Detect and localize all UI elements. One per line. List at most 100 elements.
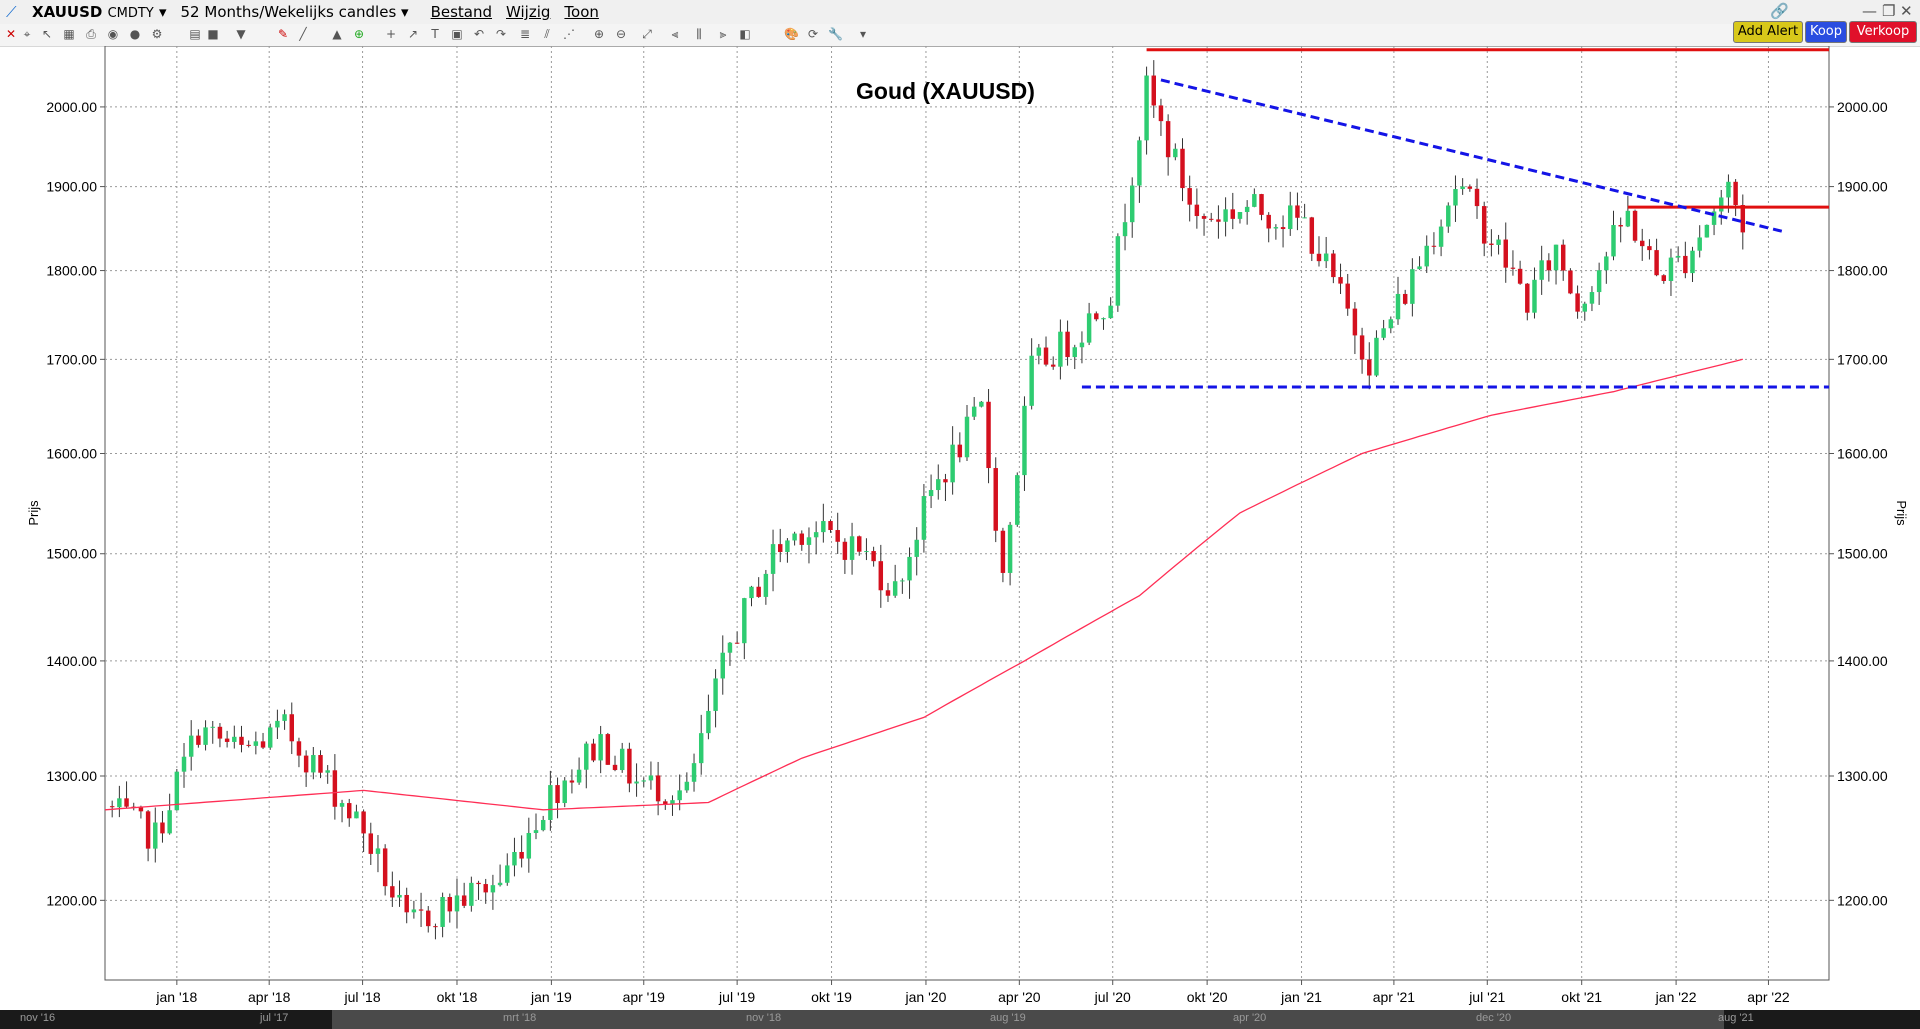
navigator-selection[interactable] <box>332 1010 1724 1029</box>
candle-body <box>1474 188 1480 207</box>
menu-toon[interactable]: Toon <box>564 3 598 21</box>
candle-body <box>742 598 747 644</box>
candle-body <box>325 770 330 773</box>
menu-wijzig[interactable]: Wijzig <box>506 3 550 21</box>
candle-body <box>1223 209 1228 222</box>
fib-tool-icon[interactable]: ≣ <box>518 27 532 41</box>
candle-body <box>1525 283 1530 313</box>
candle-body <box>117 798 122 808</box>
record-icon[interactable]: ● <box>128 27 142 41</box>
candle-body <box>1697 237 1702 251</box>
candle-body <box>1654 250 1659 276</box>
align-left-icon[interactable]: ⫷ <box>668 27 682 41</box>
candle-body <box>706 710 711 734</box>
symbol-selector[interactable]: XAUUSD CMDTY ▾ <box>32 3 167 21</box>
chart-canvas[interactable]: 1200.00 1200.00 1300.00 1300.00 1400.00 1400.… <box>0 46 1920 1008</box>
save-icon[interactable]: ◉ <box>106 27 120 41</box>
image-tool-icon[interactable]: ▣ <box>450 27 464 41</box>
candle-body <box>835 530 840 542</box>
candle-body <box>1201 216 1207 219</box>
candle-body <box>267 727 273 748</box>
y-tick-label-right: 1400.00 <box>1837 653 1888 669</box>
candle-body <box>785 540 790 552</box>
candle-body <box>505 865 510 883</box>
candle-body <box>1539 260 1544 280</box>
shape-tool-icon[interactable]: ▲ <box>330 27 344 41</box>
align-right-icon[interactable]: ⫸ <box>716 27 730 41</box>
candle-body <box>1266 214 1271 229</box>
candle-body <box>347 803 352 819</box>
wrench-icon[interactable]: 🔧 <box>828 27 843 41</box>
grid-icon[interactable]: ▦ <box>62 27 76 41</box>
undo-icon[interactable]: ↶ <box>472 27 486 41</box>
candle-body <box>1683 255 1688 274</box>
candle-body <box>1604 256 1609 271</box>
palette-icon[interactable]: ◧ <box>738 27 752 41</box>
add-icon[interactable]: ⊕ <box>352 27 366 41</box>
print-icon[interactable]: ⎙ <box>84 27 98 41</box>
candle-body <box>1675 255 1681 258</box>
x-tick-label: jan '21 <box>1280 989 1322 1005</box>
chart-type-icon[interactable]: ⟋ <box>6 3 17 21</box>
line-tool-icon[interactable]: ╱ <box>296 27 310 41</box>
candle-body <box>296 741 302 756</box>
add-alert-button[interactable]: Add Alert <box>1733 21 1803 43</box>
candle-body <box>1295 205 1300 218</box>
candle-body <box>1259 194 1264 215</box>
candle-body <box>1719 197 1724 212</box>
candle-body <box>1431 245 1437 247</box>
candle-body <box>1575 293 1580 312</box>
zoom-out-icon[interactable]: ⊖ <box>614 27 628 41</box>
channel-tool-icon[interactable]: ⫽ <box>540 27 554 41</box>
candle-body <box>763 573 769 597</box>
candle-body <box>426 910 431 927</box>
text-tool-icon[interactable]: T <box>428 27 442 41</box>
close-chart-icon[interactable]: ✕ <box>4 27 18 41</box>
candle-body <box>181 756 187 772</box>
candle-body <box>936 479 941 491</box>
restore-icon[interactable]: ❐ <box>1882 2 1895 20</box>
candle-body <box>1237 212 1243 219</box>
fan-tool-icon[interactable]: ⋰ <box>562 27 576 41</box>
crosshair-tool-icon[interactable]: + <box>384 27 398 41</box>
price-chart[interactable]: 1200.00 1200.00 1300.00 1300.00 1400.00 1400.… <box>0 46 1920 1008</box>
measure-icon[interactable]: ⤢ <box>640 27 654 41</box>
pencil-icon[interactable]: ✎ <box>276 27 290 41</box>
candle-body <box>390 886 395 898</box>
candle-body <box>160 822 165 834</box>
pointer-icon[interactable]: ↖ <box>40 27 54 41</box>
buy-button[interactable]: Koop <box>1805 21 1847 43</box>
y-axis-title-right: Prijs <box>1894 500 1909 526</box>
candle-body <box>397 894 402 898</box>
sell-button[interactable]: Verkoop <box>1849 21 1917 43</box>
box-icon[interactable]: ■ <box>206 27 220 41</box>
period-selector[interactable]: 52 Months/Wekelijks candles ▾ <box>181 3 409 21</box>
candle-body <box>1496 239 1501 245</box>
candle-body <box>1532 279 1537 313</box>
redo-icon[interactable]: ↷ <box>494 27 508 41</box>
dropdown-icon[interactable]: ▼ <box>234 27 248 41</box>
arrow-tool-icon[interactable]: ↗ <box>406 27 420 41</box>
candle-body <box>382 848 388 887</box>
candle-body <box>1410 269 1415 304</box>
candle-body <box>540 819 546 831</box>
settings-icon[interactable]: ⚙ <box>150 27 164 41</box>
refresh-icon[interactable]: ⟳ <box>806 27 820 41</box>
x-tick-label: jan '20 <box>905 989 947 1005</box>
layout-icon[interactable]: ▤ <box>188 27 202 41</box>
more-dropdown-icon[interactable]: ▾ <box>856 27 870 41</box>
zoom-in-icon[interactable]: ⊕ <box>592 27 606 41</box>
candle-body <box>641 780 646 782</box>
close-window-icon[interactable]: ✕ <box>1900 2 1913 20</box>
y-tick-label: 1300.00 <box>46 768 97 784</box>
menu-bestand[interactable]: Bestand <box>431 3 492 21</box>
link-icon[interactable]: 🔗 <box>1770 2 1789 20</box>
candle-body <box>842 541 848 560</box>
align-center-icon[interactable]: ⫼ <box>692 27 706 41</box>
crosshair-icon[interactable]: ⌖ <box>20 27 34 41</box>
minimize-icon[interactable]: — <box>1862 2 1877 20</box>
color-icon[interactable]: 🎨 <box>784 27 799 41</box>
candle-body <box>979 401 984 407</box>
candle-body <box>770 544 776 574</box>
x-tick-label: jan '18 <box>155 989 197 1005</box>
